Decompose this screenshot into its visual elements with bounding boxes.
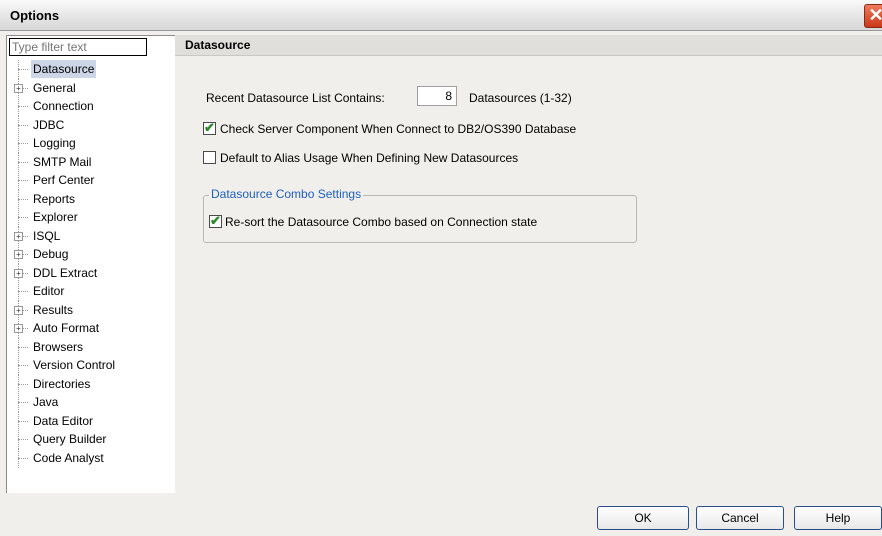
window-title: Options	[10, 8, 60, 23]
tree-connector	[18, 180, 28, 181]
filter-input[interactable]	[9, 38, 147, 56]
tree-connector	[18, 439, 28, 440]
tree-item-label: Editor	[33, 284, 65, 298]
tree-item-label: JDBC	[33, 117, 65, 132]
alias-usage-checkbox[interactable]	[203, 151, 216, 164]
tree-item-java[interactable]: Java	[7, 393, 175, 412]
tree-item-logging[interactable]: Logging	[7, 134, 175, 153]
resort-combo-label[interactable]: Re-sort the Datasource Combo based on Co…	[225, 215, 537, 229]
tree-item-jdbc[interactable]: JDBC	[7, 115, 175, 135]
tree-item-label: Code Analyst	[33, 450, 104, 465]
group-title: Datasource Combo Settings	[209, 187, 364, 201]
title-bar: Options ✕	[0, 0, 882, 31]
settings-panel: Datasource Recent Datasource List Contai…	[175, 35, 882, 493]
section-title: Datasource	[185, 38, 251, 52]
tree-item-label: Browsers	[33, 339, 84, 354]
plus-expander-icon[interactable]: +	[14, 268, 23, 278]
tree-item-directories[interactable]: Directories	[7, 374, 175, 394]
tree-item-label: Query Builder	[33, 432, 107, 446]
tree-item-reports[interactable]: Reports	[7, 189, 175, 209]
tree-connector	[18, 346, 28, 348]
help-button[interactable]: Help	[794, 506, 882, 530]
tree-item-smtp-mail[interactable]: SMTP Mail	[7, 152, 175, 172]
check-server-checkbox[interactable]: ✔	[203, 120, 216, 135]
tree-connector	[18, 198, 28, 200]
tree-connector	[18, 69, 28, 70]
tree-item-label: DDL Extract	[33, 265, 98, 280]
options-tree: Datasource + General Connection JDBC Logging S…	[7, 60, 175, 468]
recent-count-input[interactable]: 8	[417, 86, 457, 106]
tree-item-datasource[interactable]: Datasource	[7, 60, 175, 79]
tree-connector	[18, 143, 28, 144]
tree-item-label: Debug	[33, 247, 69, 261]
tree-item-perf-center[interactable]: Perf Center	[7, 171, 175, 190]
tree-item-data-editor[interactable]: Data Editor	[7, 411, 175, 431]
plus-expander-icon[interactable]: +	[14, 305, 23, 315]
alias-usage-label[interactable]: Default to Alias Usage When Defining New…	[220, 151, 518, 165]
tree-connector	[18, 402, 28, 403]
tree-connector	[18, 383, 28, 385]
section-header: Datasource	[175, 35, 882, 56]
tree-item-explorer[interactable]: Explorer	[7, 208, 175, 227]
recent-list-label: Recent Datasource List Contains:	[206, 91, 385, 105]
tree-item-connection[interactable]: Connection	[7, 97, 175, 116]
tree-item-label: Data Editor	[33, 413, 94, 428]
plus-expander-icon[interactable]: +	[14, 83, 23, 93]
plus-expander-icon[interactable]: +	[14, 324, 23, 333]
check-icon: ✔	[204, 120, 215, 135]
tree-connector	[18, 457, 28, 459]
tree-connector	[18, 161, 28, 163]
tree-item-label: Reports	[33, 191, 76, 206]
options-window: Options ✕ Datasource + General Connection JD…	[0, 0, 882, 536]
tree-item-editor[interactable]: Editor	[7, 282, 175, 301]
tree-item-isql[interactable]: + ISQL	[7, 226, 175, 246]
tree-connector	[18, 217, 28, 218]
recent-list-suffix: Datasources (1-32)	[469, 91, 572, 105]
tree-item-label: ISQL	[33, 228, 61, 243]
tree-item-label: Directories	[33, 376, 91, 391]
tree-connector	[18, 106, 28, 107]
tree-item-ddl-extract[interactable]: + DDL Extract	[7, 263, 175, 283]
tree-item-label: Version Control	[33, 358, 116, 372]
tree-item-label: Auto Format	[33, 321, 100, 335]
tree-item-code-analyst[interactable]: Code Analyst	[7, 448, 175, 468]
tree-item-label: Connection	[33, 99, 94, 113]
resort-combo-checkbox[interactable]: ✔	[209, 213, 222, 228]
tree-connector	[18, 291, 28, 292]
check-server-label[interactable]: Check Server Component When Connect to D…	[220, 122, 576, 136]
close-icon[interactable]: ✕	[864, 4, 882, 28]
check-icon: ✔	[210, 213, 221, 228]
tree-item-debug[interactable]: + Debug	[7, 245, 175, 264]
tree-item-label: Datasource	[31, 60, 97, 78]
tree-item-auto-format[interactable]: + Auto Format	[7, 319, 175, 338]
cancel-button[interactable]: Cancel	[696, 506, 784, 530]
tree-item-general[interactable]: + General	[7, 78, 175, 98]
tree-item-label: Perf Center	[33, 173, 95, 187]
tree-connector	[18, 365, 28, 366]
tree-item-label: Explorer	[33, 210, 78, 224]
tree-item-label: Java	[33, 395, 59, 409]
tree-item-label: Results	[33, 302, 74, 317]
plus-expander-icon[interactable]: +	[14, 231, 23, 241]
tree-item-results[interactable]: + Results	[7, 300, 175, 320]
options-tree-panel: Datasource + General Connection JDBC Logging S…	[6, 35, 176, 495]
tree-connector	[18, 124, 28, 126]
ok-button[interactable]: OK	[597, 506, 689, 530]
tree-item-query-builder[interactable]: Query Builder	[7, 430, 175, 449]
tree-item-browsers[interactable]: Browsers	[7, 337, 175, 357]
plus-expander-icon[interactable]: +	[14, 250, 23, 259]
tree-connector	[18, 420, 28, 422]
tree-item-version-control[interactable]: Version Control	[7, 356, 175, 375]
tree-item-label: Logging	[33, 136, 76, 150]
tree-item-label: SMTP Mail	[33, 154, 92, 169]
tree-item-label: General	[33, 80, 76, 95]
